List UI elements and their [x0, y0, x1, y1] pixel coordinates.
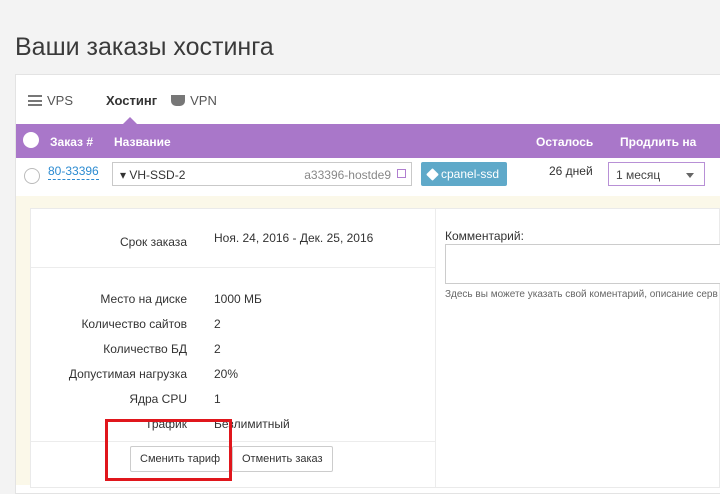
- tab-vpn[interactable]: VPN: [171, 90, 217, 110]
- row-checkbox[interactable]: [24, 168, 40, 184]
- server-icon: [28, 94, 42, 106]
- plan-name: ▾ VH-SSD-2: [120, 168, 186, 182]
- header-name: Название: [114, 135, 171, 149]
- shield-icon: [171, 94, 186, 106]
- comment-textarea[interactable]: [445, 244, 720, 284]
- header-remaining: Осталось: [536, 135, 594, 149]
- edit-icon[interactable]: [397, 169, 406, 178]
- active-tab-caret: [123, 117, 137, 124]
- spec-value: 1000 МБ: [214, 292, 262, 306]
- chevron-down-icon: [686, 173, 694, 178]
- page-title: Ваши заказы хостинга: [15, 32, 274, 61]
- order-id-link[interactable]: 80-33396: [48, 164, 99, 180]
- header-extend: Продлить на: [620, 135, 697, 149]
- tag-label: cpanel-ssd: [441, 167, 500, 181]
- column-divider: [435, 209, 436, 487]
- select-all-checkbox[interactable]: [23, 132, 39, 148]
- highlight-frame: [105, 419, 232, 481]
- extend-selected-value: 1 месяц: [616, 168, 661, 182]
- account-name: a33396-hostde9: [304, 168, 391, 182]
- term-label: Срок заказа: [119, 235, 187, 249]
- tab-hosting[interactable]: Хостинг: [87, 90, 157, 110]
- remaining-days: 26 дней: [549, 164, 593, 178]
- spec-label: Ядра CPU: [129, 392, 187, 406]
- spec-value: 2: [214, 317, 221, 331]
- spec-value: 1: [214, 392, 221, 406]
- divider: [31, 267, 435, 268]
- spec-label: Количество БД: [103, 342, 187, 356]
- spec-value: 20%: [214, 367, 239, 381]
- tab-vpn-label: VPN: [190, 92, 217, 108]
- term-value: Ноя. 24, 2016 - Дек. 25, 2016: [214, 231, 374, 245]
- product-tabs: VPS Хостинг VPN: [28, 90, 217, 110]
- cancel-order-button[interactable]: Отменить заказ: [232, 446, 333, 472]
- divider: [31, 441, 435, 442]
- order-name-field[interactable]: ▾ VH-SSD-2 a33396-hostde9: [112, 162, 412, 186]
- spec-value: 2: [214, 342, 221, 356]
- spec-label: Место на диске: [100, 292, 187, 306]
- tab-vps[interactable]: VPS: [28, 90, 73, 110]
- table-header: Заказ # Название Осталось Продлить на: [16, 124, 720, 158]
- plan-tag-badge: cpanel-ssd: [421, 162, 508, 186]
- tab-vps-label: VPS: [47, 92, 74, 108]
- tag-icon: [426, 167, 439, 181]
- comment-hint: Здесь вы можете указать свой коментарий,…: [445, 289, 720, 300]
- comment-label: Комментарий:: [445, 229, 524, 243]
- tab-hosting-label: Хостинг: [106, 92, 158, 108]
- extend-period-select[interactable]: 1 месяц: [608, 162, 705, 186]
- header-order: Заказ #: [50, 135, 93, 149]
- table-row: 80-33396 ▾ VH-SSD-2 a33396-hostde9 cpane…: [16, 158, 720, 197]
- grid-icon: [87, 95, 101, 106]
- spec-label: Допустимая нагрузка: [68, 367, 187, 381]
- spec-label: Количество сайтов: [81, 317, 187, 331]
